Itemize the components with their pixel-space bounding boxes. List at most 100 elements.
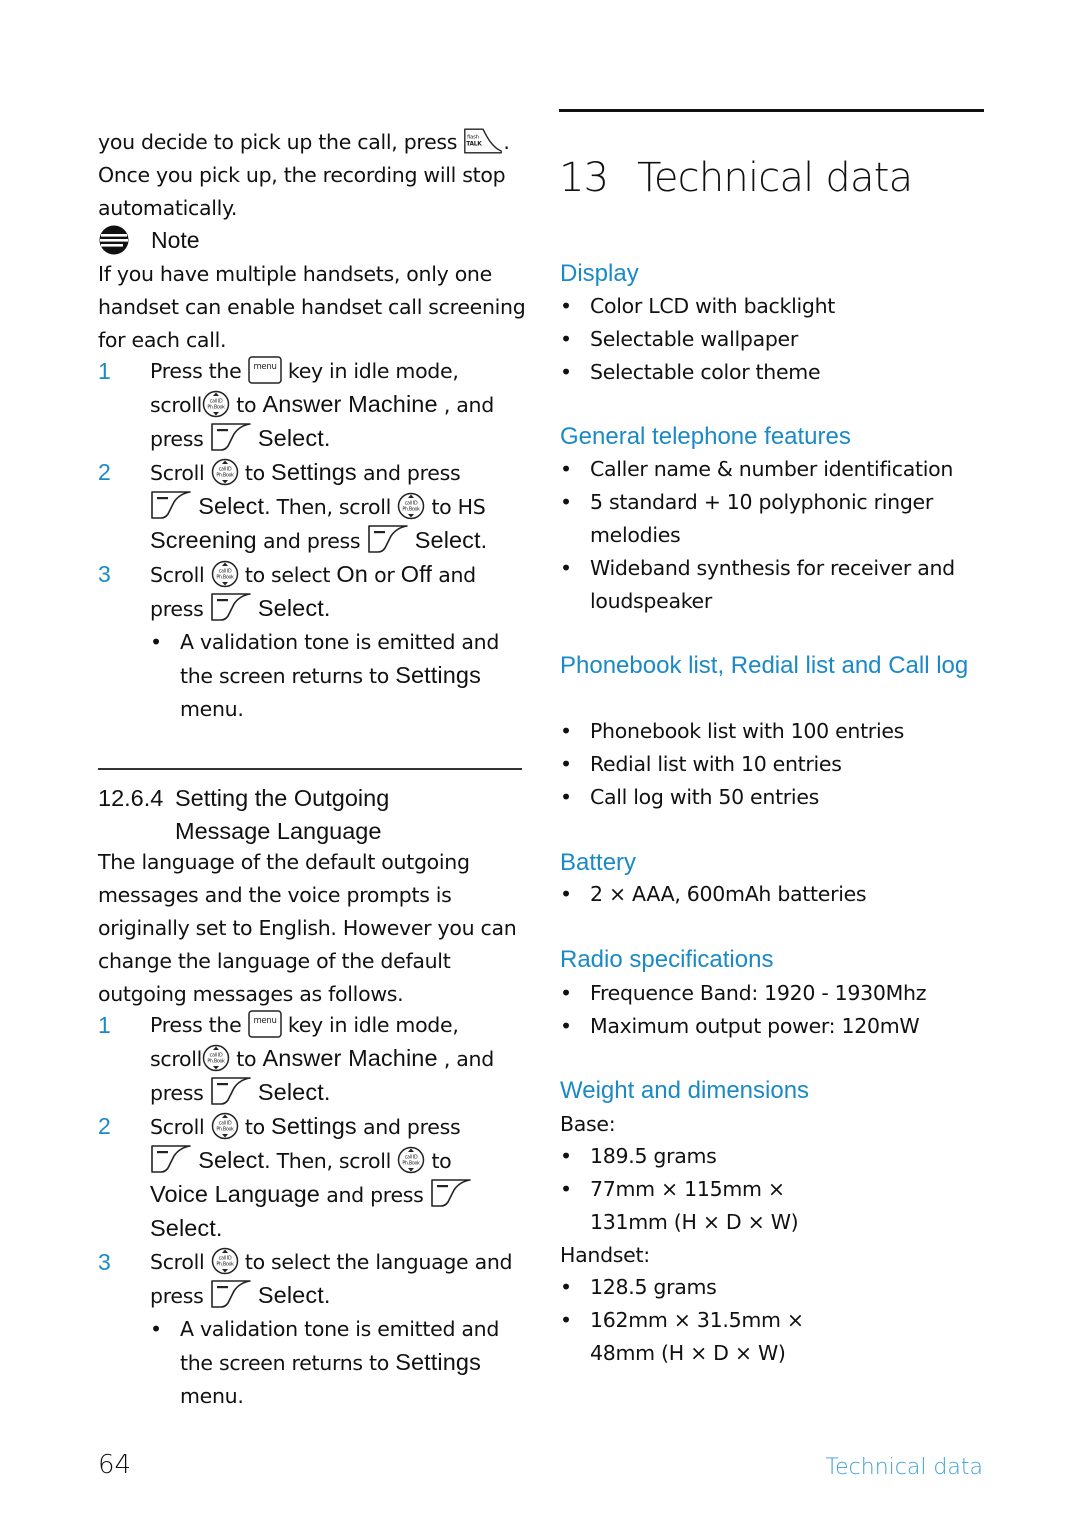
- select-label: Select: [198, 493, 265, 519]
- bullet: •: [560, 752, 572, 776]
- flash-talk-key-icon: [463, 127, 503, 155]
- intro-text-rest: Once you pick up, the recording will sto…: [98, 163, 506, 220]
- bullet: •: [560, 882, 572, 906]
- list-general-features: • Caller name & number identification • 5 …: [560, 453, 985, 618]
- bullet: •: [560, 490, 572, 514]
- bullet: •: [150, 630, 162, 654]
- heading-weight-dimensions: Weight and dimensions: [560, 1077, 810, 1104]
- intro-text: you decide to pick up the call, press: [98, 130, 458, 154]
- intro-period: .: [503, 130, 510, 154]
- list-phonebook: • Phonebook list with 100 entries • Redial…: [560, 715, 985, 814]
- step-text: key in idle mode,: [287, 359, 459, 383]
- steps-list-language: 1 Press the key in idle mode, scroll to …: [98, 1009, 528, 1413]
- list-item: • 162mm × 31.5mm × 48mm (H × D × W): [560, 1304, 820, 1370]
- menu-item-settings: Settings: [271, 459, 357, 485]
- note-label: Note: [151, 226, 200, 253]
- list-item-text: Redial list with 10 entries: [590, 752, 842, 776]
- scroll-key-icon: [211, 1112, 239, 1140]
- step-2: 2 Scroll to Settings and press Select. T…: [98, 456, 528, 558]
- bullet: •: [560, 1014, 572, 1038]
- list-item: • Redial list with 10 entries: [560, 748, 985, 781]
- menu-item-settings: Settings: [271, 1113, 357, 1139]
- step-text: to: [431, 1149, 452, 1173]
- select-label: Select: [257, 1079, 324, 1105]
- list-item: • Selectable color theme: [560, 356, 985, 389]
- bullet: •: [150, 1317, 162, 1341]
- option-on: On: [336, 561, 368, 587]
- step-result: • A validation tone is emitted and the s…: [150, 626, 528, 726]
- list-item: • Color LCD with backlight: [560, 290, 985, 323]
- heading-phonebook-redial-calllog: Phonebook list, Redial list and Call log: [560, 652, 969, 679]
- list-item-text: Phonebook list with 100 entries: [590, 719, 905, 743]
- chapter-title-text: Technical data: [637, 155, 913, 201]
- step-text: Press the: [150, 1013, 242, 1037]
- list-item-text: Call log with 50 entries: [590, 785, 820, 809]
- step-number: 1: [98, 358, 111, 384]
- step-text: and press: [362, 1115, 461, 1139]
- step-text: scroll: [150, 1047, 203, 1071]
- step-text: to select the language and: [244, 1250, 513, 1274]
- menu-item-settings: Settings: [395, 662, 481, 688]
- menu-item-answer-machine: Answer Machine: [262, 391, 438, 417]
- step-number: 3: [98, 1249, 111, 1275]
- step-1: 1 Press the key in idle mode, scroll to …: [98, 355, 528, 456]
- section-number: 12.6.4: [98, 785, 164, 811]
- page-number: 64: [98, 1450, 132, 1480]
- list-item-text: 5 standard + 10 polyphonic ringer melodi…: [590, 490, 933, 547]
- select-softkey-icon: [430, 1178, 472, 1208]
- bullet: •: [560, 1308, 572, 1332]
- list-item: • Caller name & number identification: [560, 453, 985, 486]
- select-label: Select: [257, 595, 324, 621]
- step-text: . Then, scroll: [264, 495, 391, 519]
- heading-display: Display: [560, 260, 639, 287]
- select-softkey-icon: [210, 422, 252, 452]
- list-item: • Maximum output power: 120mW: [560, 1010, 985, 1043]
- scroll-key-icon: [202, 390, 230, 418]
- list-handset: • 128.5 grams • 162mm × 31.5mm × 48mm (H ×…: [560, 1271, 820, 1370]
- list-radio: • Frequence Band: 1920 - 1930Mhz • Maximum…: [560, 977, 985, 1043]
- list-item: • 77mm × 115mm × 131mm (H × D × W): [560, 1173, 820, 1239]
- step-3: 3 Scroll to select the language and pres…: [98, 1246, 528, 1413]
- list-item: • 128.5 grams: [560, 1271, 820, 1304]
- list-item: • Frequence Band: 1920 - 1930Mhz: [560, 977, 985, 1010]
- step-text: to: [244, 461, 265, 485]
- step-text: press: [150, 1284, 204, 1308]
- section-heading-12-6-4: 12.6.4 Setting the Outgoing Message Langu…: [98, 782, 389, 848]
- select-softkey-icon: [210, 592, 252, 622]
- list-item-text: Color LCD with backlight: [590, 294, 836, 318]
- chapter-number: 13: [559, 155, 609, 201]
- bullet: •: [560, 457, 572, 481]
- step-text: Scroll: [150, 461, 205, 485]
- heading-radio-specifications: Radio specifications: [560, 946, 774, 973]
- list-item: • Phonebook list with 100 entries: [560, 715, 985, 748]
- scroll-key-icon: [211, 458, 239, 486]
- menu-item-answer-machine: Answer Machine: [262, 1045, 438, 1071]
- step-text: Press the: [150, 359, 242, 383]
- menu-item-voice-language: Voice Language: [150, 1181, 320, 1207]
- bullet: •: [560, 327, 572, 351]
- bullet: •: [560, 719, 572, 743]
- step-1: 1 Press the key in idle mode, scroll to …: [98, 1009, 528, 1110]
- step-text: to: [236, 1047, 257, 1071]
- step-result-text: menu.: [180, 697, 244, 721]
- list-item-text: Maximum output power: 120mW: [590, 1014, 920, 1038]
- menu-item-settings: Settings: [395, 1349, 481, 1375]
- step-2: 2 Scroll to Settings and press Select. T…: [98, 1110, 528, 1246]
- chapter-title: 13 Technical data: [559, 155, 913, 201]
- scroll-key-icon: [397, 492, 425, 520]
- select-label: Select: [257, 425, 324, 451]
- step-period: .: [323, 595, 331, 621]
- step-number: 3: [98, 561, 111, 587]
- step-text: scroll: [150, 393, 203, 417]
- select-softkey-icon: [367, 524, 409, 554]
- list-item-text: Selectable wallpaper: [590, 327, 798, 351]
- note-icon: [99, 225, 129, 255]
- heading-general-telephone-features: General telephone features: [560, 423, 851, 450]
- step-period: .: [323, 1282, 331, 1308]
- step-number: 2: [98, 1113, 111, 1139]
- step-text: press: [150, 597, 204, 621]
- step-text: press: [150, 1081, 204, 1105]
- step-text: key in idle mode,: [287, 1013, 459, 1037]
- section-intro: The language of the default outgoing mes…: [98, 850, 517, 1006]
- bullet: •: [560, 1275, 572, 1299]
